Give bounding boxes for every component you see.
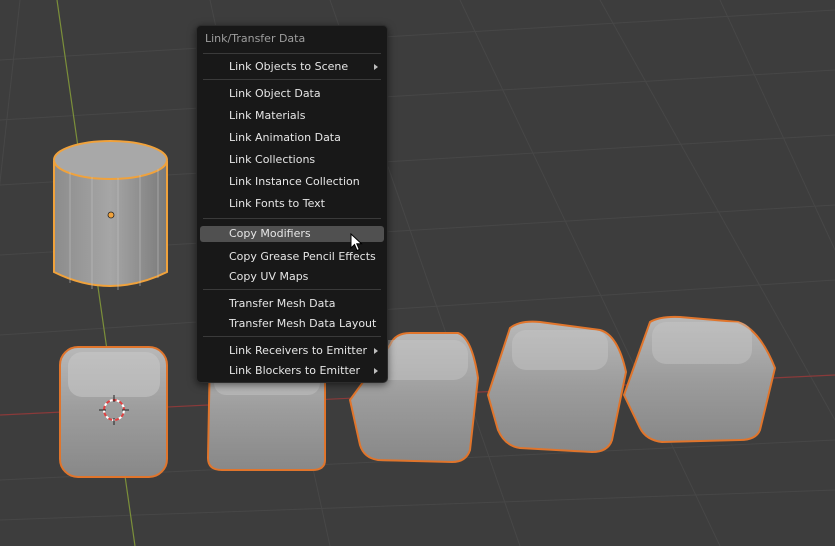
menu-item-link-instance-collection[interactable]: Link Instance Collection	[200, 174, 384, 190]
mouse-cursor-icon	[350, 233, 363, 252]
menu-item-transfer-mesh-data[interactable]: Transfer Mesh Data	[200, 296, 384, 312]
menu-item-link-objects-to-scene[interactable]: Link Objects to Scene	[200, 59, 384, 75]
cube-object-4[interactable]	[486, 320, 628, 454]
origin-point-icon	[107, 211, 115, 219]
menu-item-link-materials[interactable]: Link Materials	[200, 108, 384, 124]
3d-viewport[interactable]	[0, 0, 835, 546]
menu-item-copy-uv-maps[interactable]: Copy UV Maps	[200, 269, 384, 285]
menu-item-link-fonts-to-text[interactable]: Link Fonts to Text	[200, 196, 384, 212]
menu-item-link-collections[interactable]: Link Collections	[200, 152, 384, 168]
submenu-arrow-icon	[374, 348, 378, 354]
menu-separator	[203, 53, 381, 54]
menu-item-transfer-mesh-data-layout[interactable]: Transfer Mesh Data Layout	[200, 316, 384, 332]
link-transfer-data-menu: Link/Transfer Data Link Objects to Scene…	[196, 25, 388, 383]
menu-separator	[203, 79, 381, 80]
cube-object-5[interactable]	[622, 315, 777, 444]
menu-item-link-animation-data[interactable]: Link Animation Data	[200, 130, 384, 146]
menu-item-link-blockers-to-emitter[interactable]: Link Blockers to Emitter	[200, 363, 384, 379]
submenu-arrow-icon	[374, 64, 378, 70]
menu-item-link-receivers-to-emitter[interactable]: Link Receivers to Emitter	[200, 343, 384, 359]
menu-separator	[203, 218, 381, 219]
menu-item-link-object-data[interactable]: Link Object Data	[200, 86, 384, 102]
menu-separator	[203, 336, 381, 337]
submenu-arrow-icon	[374, 368, 378, 374]
cylinder-object[interactable]	[53, 140, 168, 290]
menu-separator	[203, 289, 381, 290]
menu-title: Link/Transfer Data	[205, 32, 306, 45]
cube-object-1[interactable]	[59, 346, 168, 478]
